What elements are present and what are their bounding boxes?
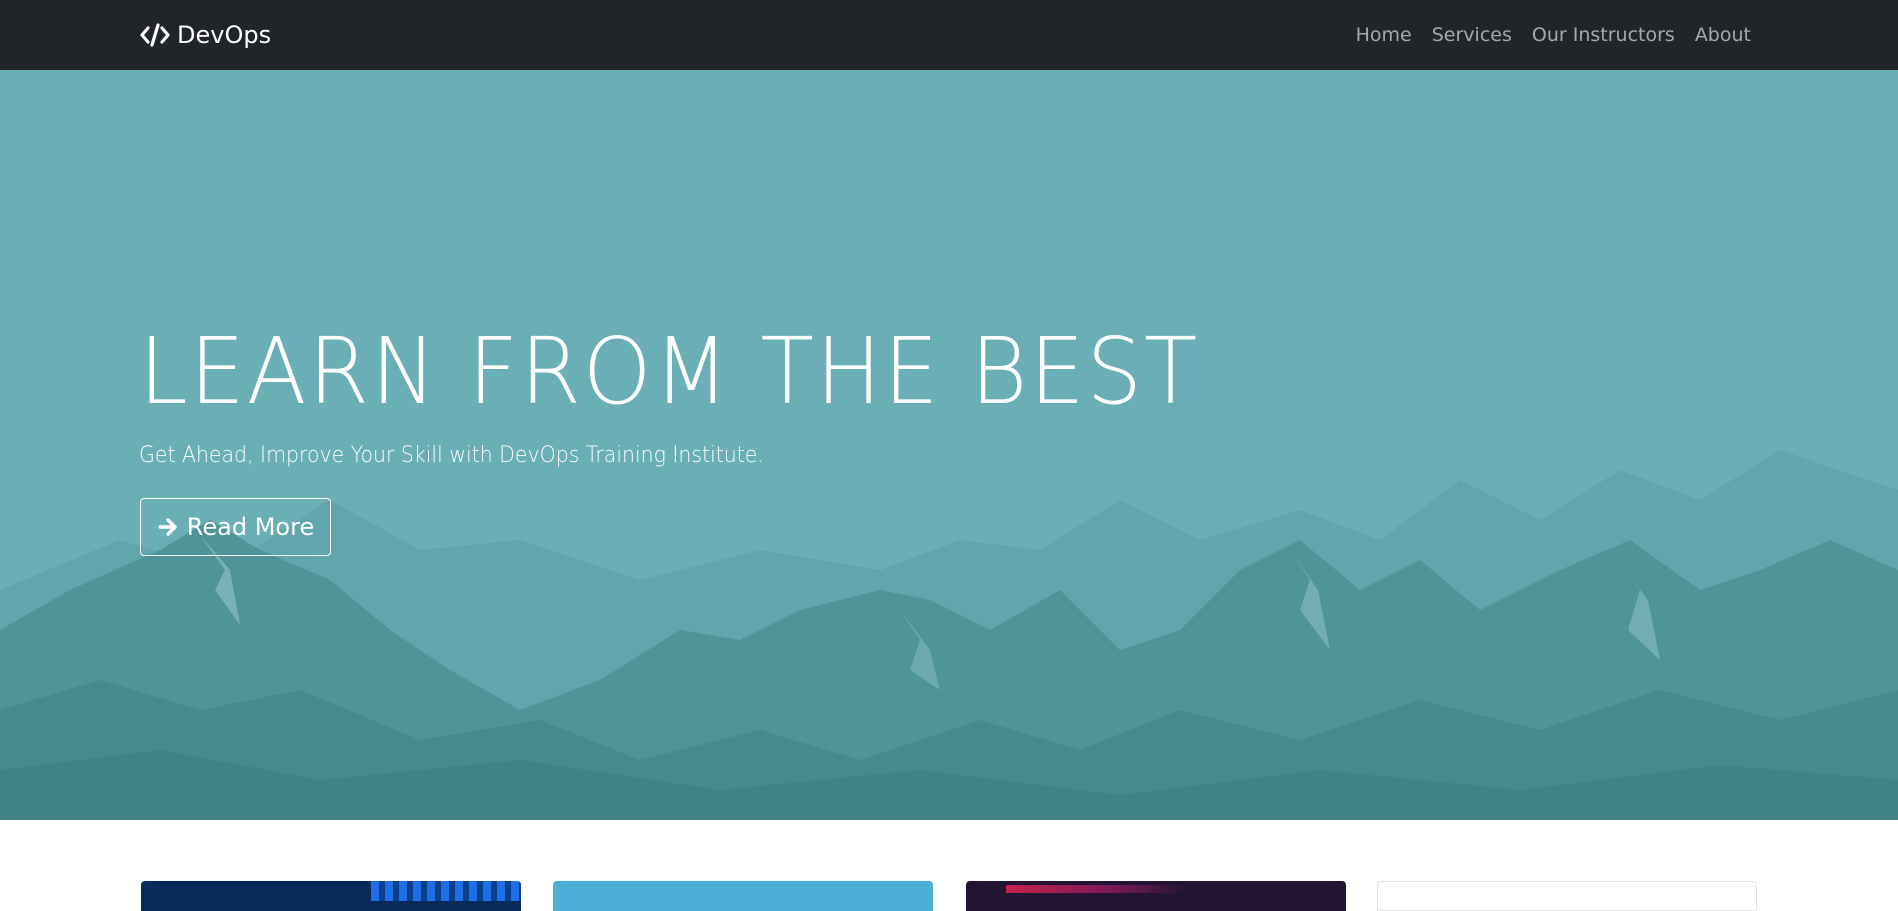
course-card-3-image[interactable] <box>966 881 1346 911</box>
brand-name: DevOps <box>177 21 272 49</box>
nav-link-about[interactable]: About <box>1695 24 1751 46</box>
card-image-detail <box>1006 885 1186 893</box>
hero-title: LEARN FROM THE BEST <box>139 318 1200 425</box>
top-navbar: DevOps Home Services Our Instructors Abo… <box>0 0 1898 70</box>
nav-link-home[interactable]: Home <box>1356 24 1412 46</box>
brand-link[interactable]: DevOps <box>139 0 271 70</box>
course-card-2-image[interactable] <box>553 881 933 911</box>
hero-section: LEARN FROM THE BEST Get Ahead, Improve Y… <box>0 70 1898 820</box>
hero-subtitle: Get Ahead, Improve Your Skill with DevOp… <box>139 443 764 468</box>
read-more-button[interactable]: Read More <box>140 498 331 556</box>
read-more-label: Read More <box>186 513 315 541</box>
course-card-4[interactable] <box>1377 881 1757 911</box>
nav-link-services[interactable]: Services <box>1432 24 1512 46</box>
code-icon <box>140 23 170 47</box>
card-image-detail <box>371 881 521 901</box>
nav-menu: Home Services Our Instructors About <box>1336 0 1751 70</box>
course-card-1-image[interactable] <box>141 881 521 911</box>
arrow-right-icon <box>158 518 177 536</box>
nav-link-instructors[interactable]: Our Instructors <box>1532 24 1675 46</box>
